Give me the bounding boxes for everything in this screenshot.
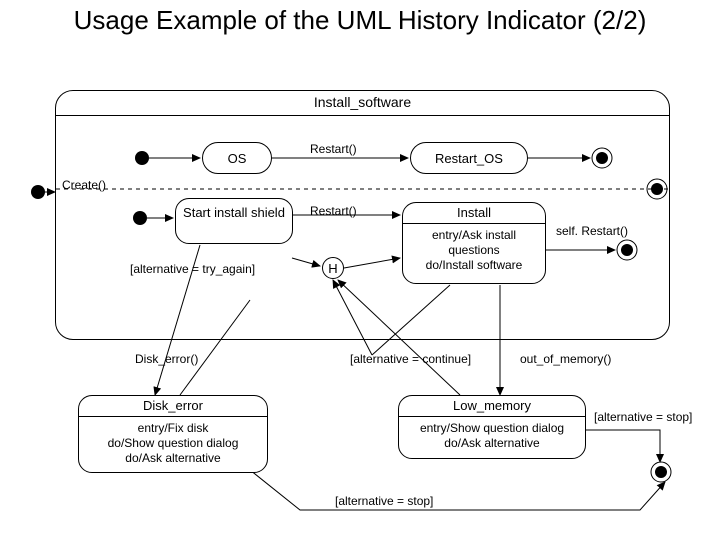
state-label: Start install shield: [176, 199, 292, 227]
state-install: Install entry/Ask install questions do/I…: [402, 202, 546, 284]
state-do-action: do/Install software: [409, 258, 539, 273]
state-do-action: do/Ask alternative: [405, 436, 579, 451]
transition-label: Disk_error(): [135, 352, 198, 366]
history-label: H: [328, 261, 337, 276]
state-entry-action: entry/Ask install questions: [409, 228, 539, 258]
final-state-icon: [596, 152, 608, 164]
state-start-install-shield: Start install shield: [175, 198, 293, 244]
initial-pseudostate-icon: [31, 185, 45, 199]
state-do-action: do/Ask alternative: [85, 451, 261, 466]
state-low-memory: Low_memory entry/Show question dialog do…: [398, 395, 586, 459]
transition-label: Restart(): [310, 204, 357, 218]
final-state-icon: [651, 183, 663, 195]
state-entry-action: entry/Fix disk: [85, 421, 261, 436]
guard-label: [alternative = stop]: [594, 410, 692, 424]
state-title: Install: [403, 203, 545, 224]
state-entry-action: entry/Show question dialog: [405, 421, 579, 436]
state-do-action: do/Show question dialog: [85, 436, 261, 451]
state-title: Low_memory: [399, 396, 585, 417]
history-pseudostate-icon: H: [322, 257, 344, 279]
state-title: Disk_error: [79, 396, 267, 417]
state-label: Restart_OS: [435, 151, 503, 166]
final-state-icon: [655, 466, 667, 478]
transition-label: out_of_memory(): [520, 352, 611, 366]
initial-pseudostate-icon: [133, 211, 147, 225]
state-label: OS: [228, 151, 247, 166]
state-disk-error: Disk_error entry/Fix disk do/Show questi…: [78, 395, 268, 473]
state-restart-os: Restart_OS: [410, 142, 528, 174]
transition-label: Create(): [62, 178, 106, 192]
guard-label: [alternative = try_again]: [130, 262, 255, 276]
transition-label: Restart(): [310, 142, 357, 156]
transition-label: self. Restart(): [556, 224, 628, 238]
final-state-icon: [621, 244, 633, 256]
state-os: OS: [202, 142, 272, 174]
initial-pseudostate-icon: [135, 151, 149, 165]
guard-label: [alternative = continue]: [350, 352, 471, 366]
guard-label: [alternative = stop]: [335, 494, 433, 508]
